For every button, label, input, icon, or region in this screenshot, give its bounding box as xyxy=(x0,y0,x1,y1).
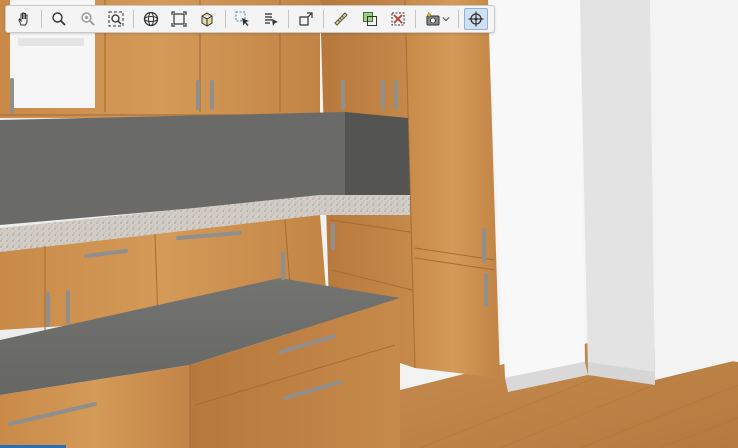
toolbar-separator xyxy=(224,10,226,28)
view-front-icon xyxy=(171,11,187,27)
wall-pillar xyxy=(580,0,655,380)
camera-flash-icon xyxy=(426,11,440,26)
view-3d-button[interactable] xyxy=(196,8,219,30)
delete-button[interactable] xyxy=(386,8,409,30)
insert-object-icon xyxy=(362,12,377,26)
zoom-extents-button[interactable] xyxy=(104,8,127,30)
select-button[interactable] xyxy=(231,8,254,30)
toolbar-separator xyxy=(41,10,43,28)
view-front-button[interactable] xyxy=(168,8,191,30)
hand-icon xyxy=(18,12,28,26)
select-cursor-icon xyxy=(235,11,249,26)
render-button[interactable] xyxy=(421,8,452,30)
dimension-icon xyxy=(299,12,313,26)
zoom-button[interactable] xyxy=(48,8,71,30)
toolbar-separator xyxy=(288,10,289,28)
toolbar-separator xyxy=(414,10,416,28)
zoom-region-icon xyxy=(80,12,95,26)
zoom-region-button[interactable] xyxy=(76,8,99,30)
zoom-extents-icon xyxy=(108,11,124,27)
insert-button[interactable] xyxy=(358,8,381,30)
view-toolbar xyxy=(5,5,495,33)
dimension-button[interactable] xyxy=(294,8,317,30)
toolbar-separator xyxy=(132,10,134,28)
glass-shelf xyxy=(18,38,84,46)
pan-button[interactable] xyxy=(13,8,36,30)
3d-kitchen-viewport[interactable] xyxy=(0,0,738,448)
select-list-icon xyxy=(264,13,278,26)
chevron-down-icon xyxy=(442,17,450,22)
toolbar-separator xyxy=(323,10,325,28)
backsplash-corner xyxy=(345,112,410,198)
navigate-button[interactable] xyxy=(464,8,488,30)
delete-object-icon xyxy=(391,12,405,26)
orbit-icon xyxy=(143,11,159,27)
ruler-icon xyxy=(334,12,349,26)
view-box-icon xyxy=(201,12,213,27)
select-list-button[interactable] xyxy=(259,8,282,30)
partition-wall xyxy=(488,0,585,378)
measure-button[interactable] xyxy=(330,8,353,30)
toolbar-separator xyxy=(457,10,459,28)
orbit-button[interactable] xyxy=(139,8,162,30)
wall-pillar-side xyxy=(650,0,738,380)
crosshair-icon xyxy=(468,11,484,27)
tall-cabinet xyxy=(405,0,500,378)
zoom-in-icon xyxy=(52,12,66,26)
